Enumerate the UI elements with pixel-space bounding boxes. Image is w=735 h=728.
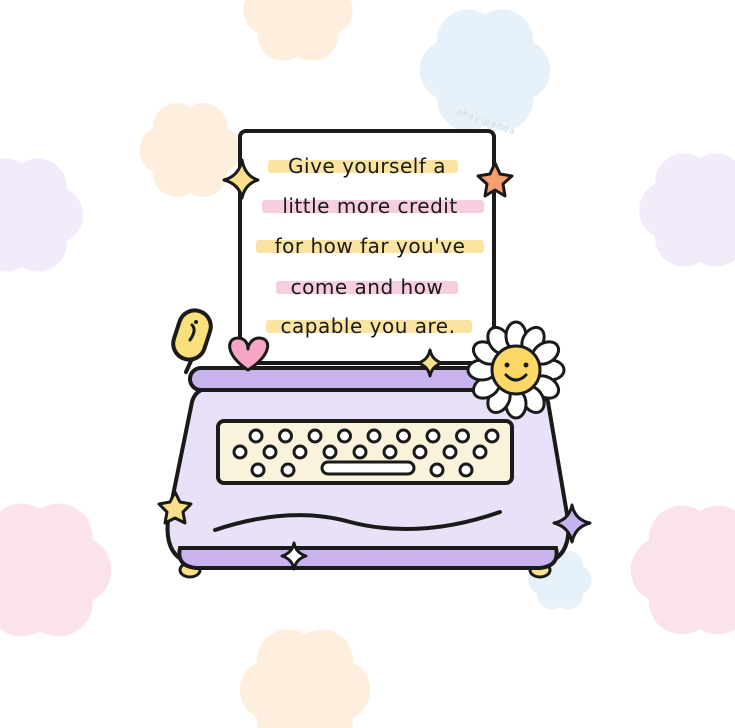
background-flower [0,503,112,637]
keyboard-key [458,462,474,478]
keyboard-key [322,444,338,460]
keyboard-key [472,444,488,460]
background-flower [0,158,83,272]
keyboard-key [280,462,296,478]
keyboard-key [278,428,293,444]
typewriter-illustration: Give yourself a little more credit for h… [0,0,735,728]
keyboard-key [425,428,441,444]
quote-line-4: come and how [291,275,444,299]
keyboard-key [429,462,445,478]
heart-icon [228,336,270,372]
keyboard-key [307,428,323,444]
keyboard-key [442,444,458,460]
background-flower [639,153,735,267]
background-flower [419,9,551,131]
quote-line-2: little more credit [282,194,457,218]
keyboard-key [396,428,411,444]
keyboard-key [366,428,382,444]
keyboard-key [232,444,248,460]
quote-line-1: Give yourself a [288,154,446,178]
keyboard-key [484,428,500,444]
background-flower [243,0,353,61]
keyboard-key [352,444,368,460]
background-flower [630,505,735,635]
keyboard-key [250,462,266,478]
space-bar [320,460,416,476]
keyboard-key [412,444,428,460]
keyboard-key [292,444,308,460]
quote-line-3: for how far you've [275,234,466,258]
keyboard-key [262,444,278,460]
keyboard-key [248,428,264,444]
keyboard-key [455,428,470,444]
keyboard-key [337,428,352,444]
background-flower [239,629,371,728]
quote-line-5: capable you are. [281,314,456,338]
bell-icon [171,308,213,374]
keyboard [216,419,514,485]
keyboard-key [382,444,398,460]
background-flower [139,103,241,197]
